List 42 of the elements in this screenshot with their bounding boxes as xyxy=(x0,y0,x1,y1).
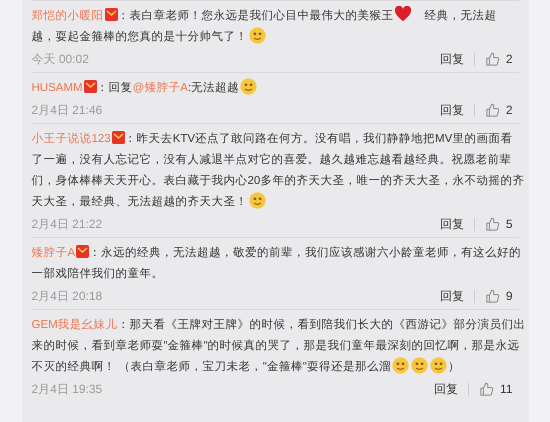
comment-text: 经典，无法超 xyxy=(423,10,496,22)
comment-text: 一部戏陪伴我们的童年。 xyxy=(32,268,164,280)
comment-text: 越，耍起金箍棒的您真的是十分帅气了！ xyxy=(32,31,248,43)
comment-text: ：回复 xyxy=(96,82,133,94)
comment-text: 来的时候，看到章老师耍"金箍棒"的时候真的哭了，那是我们童年最深刻的回忆啊，那是永远 xyxy=(32,340,520,352)
comment-text: :无法超越 xyxy=(188,82,240,94)
emoji-icon xyxy=(430,357,447,374)
comment-text: ） xyxy=(448,361,460,373)
emoji-icon xyxy=(240,78,258,95)
like-button[interactable]: 2 xyxy=(484,101,518,119)
comment-text: 不灭的经典啊！ （表白章老师，宝刀未老，"金箍棒"耍得还是那么溜 xyxy=(32,361,391,373)
like-button[interactable]: 5 xyxy=(484,215,518,233)
comment-text: 们，身体棒棒天天开心。表白藏于我内心20多年的齐天大圣，唯一的齐天大圣，永不动摇的齐 xyxy=(32,175,524,187)
like-button[interactable]: 11 xyxy=(479,380,518,398)
comment-text: 天大圣，最经典、无法超越的齐天大圣！ xyxy=(32,196,248,208)
comment-time: 2月4日 21:46 xyxy=(32,102,102,119)
emoji-icon xyxy=(248,27,266,44)
thumbs-up-icon xyxy=(484,52,500,66)
reply-button[interactable]: 回复 xyxy=(440,101,464,119)
comment-time: 2月4日 21:22 xyxy=(32,216,102,233)
thumbs-up-icon xyxy=(479,382,494,396)
heart-icon xyxy=(394,6,412,22)
comment-text: ：永远的经典，无法超越，敬爱的前辈，我们应该感谢六小龄童老师，有这么好的 xyxy=(89,247,522,259)
reply-button[interactable]: 回复 xyxy=(434,380,458,398)
comment-time: 2月4日 20:18 xyxy=(32,288,102,305)
like-button[interactable]: 2 xyxy=(484,50,518,68)
comment-text: ：表白章老师！您永远是我们心目中最伟大的美猴王 xyxy=(118,10,394,22)
comment-time: 2月4日 19:35 xyxy=(32,381,102,398)
thumbs-up-icon xyxy=(484,102,500,118)
emoji-icon xyxy=(410,357,428,374)
reply-button[interactable]: 回复 xyxy=(440,215,464,233)
emoji-icon xyxy=(248,192,266,209)
reply-button[interactable]: 回复 xyxy=(440,50,464,68)
comment-text: ：那天看《王牌对王牌》的时候，看到陪我们长大的《西游记》部分演员们出 xyxy=(118,319,526,331)
emoji-icon xyxy=(392,357,409,374)
comment-text: ：昨天去KTV还点了敢问路在何方。没有唱，我们静静地把MV里的画面看 xyxy=(124,133,512,145)
thumbs-up-icon xyxy=(484,288,500,304)
comment-text: 了一遍，没有人忘记它，没有人减退半点对它的喜爱。越久越难忘越看越经典。祝愿老前辈 xyxy=(32,154,512,166)
thumbs-up-icon xyxy=(484,216,500,232)
comment-time: 今天 00:02 xyxy=(32,51,89,68)
reply-button[interactable]: 回复 xyxy=(440,287,464,305)
like-button[interactable]: 9 xyxy=(484,287,518,305)
